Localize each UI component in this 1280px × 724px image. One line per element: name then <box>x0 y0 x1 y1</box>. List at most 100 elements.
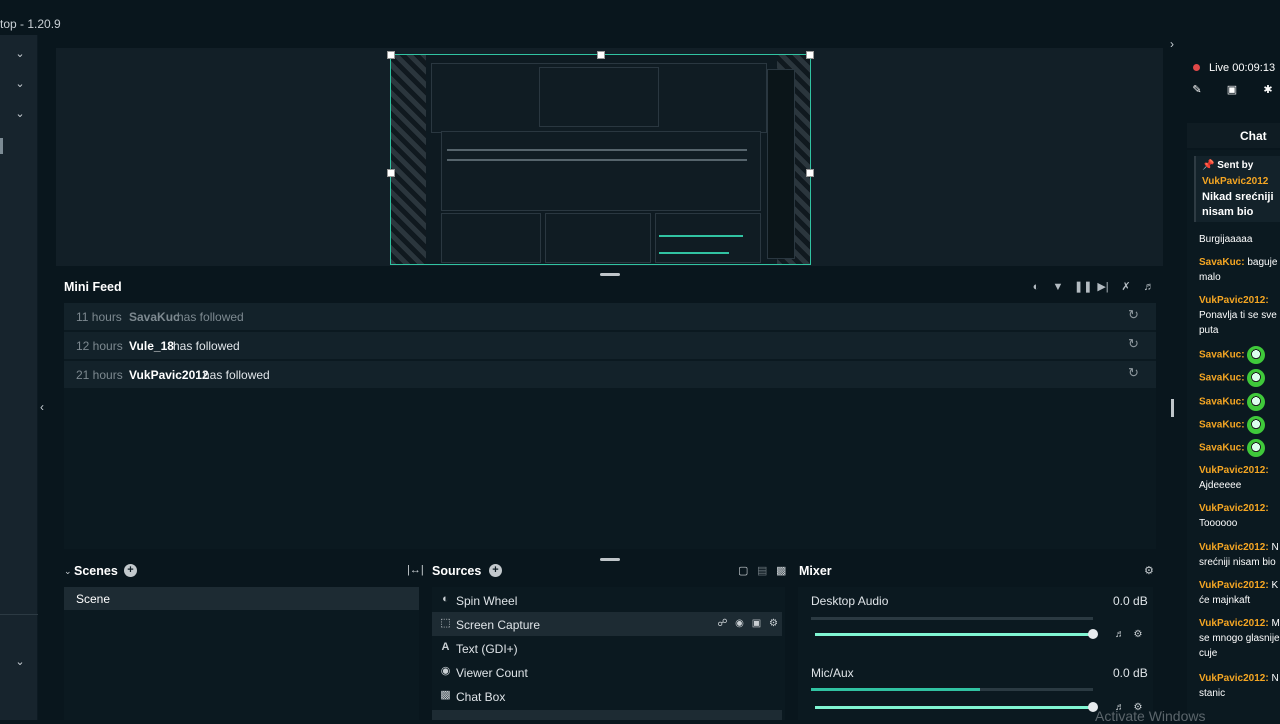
scene-item[interactable]: Scene <box>64 587 419 610</box>
source-label: Screen Capture <box>456 618 541 632</box>
mini-feed-title: Mini Feed <box>64 280 122 294</box>
feed-action: has followed <box>177 310 244 324</box>
speaker-icon[interactable]: ♬ <box>1114 629 1126 641</box>
feed-row: 21 hours VukPavic2012 has followed ↻ <box>64 361 1156 388</box>
chevron-down-icon[interactable]: ⌄ <box>14 48 26 60</box>
feed-time: 11 hours <box>76 310 122 324</box>
screen-capture-icon: ⬚ <box>440 617 451 629</box>
share-icon[interactable]: ✱ <box>1262 84 1274 96</box>
resize-handle[interactable] <box>806 51 814 59</box>
title-bar: top - 1.20.9 <box>0 0 1280 35</box>
live-indicator-icon <box>1193 64 1200 71</box>
nested-meter <box>659 252 729 254</box>
chat-user[interactable]: SavaKuc: <box>1199 443 1245 454</box>
feed-time: 12 hours <box>76 339 123 353</box>
chat-message: SavaKuc: <box>1199 346 1280 364</box>
skip-icon[interactable]: ▶| <box>1096 280 1110 294</box>
resize-handle[interactable] <box>387 51 395 59</box>
feed-user[interactable]: SavaKuc <box>129 310 180 324</box>
add-scene-button[interactable]: + <box>124 564 137 577</box>
chat-scrollbar[interactable] <box>1171 399 1174 417</box>
group-icon[interactable]: ▤ <box>757 564 767 577</box>
visibility-icon[interactable]: ◉ <box>733 617 746 630</box>
chat-text: Burgijaaaaa <box>1199 234 1253 245</box>
window-title: top - 1.20.9 <box>0 17 61 31</box>
volume-slider[interactable] <box>815 706 1093 709</box>
dashboard-icon[interactable]: ▣ <box>1226 84 1238 96</box>
chevron-down-icon[interactable]: ⌄ <box>14 656 26 668</box>
chat-text: Ponavlja ti se sve puta <box>1199 310 1277 336</box>
source-item[interactable]: ⬚ Screen Capture ☍ ◉ ▣ ⚙ <box>432 612 782 636</box>
chat-icon: ▩ <box>440 689 451 701</box>
panel-resize-bar[interactable] <box>600 558 620 561</box>
edit-icon[interactable]: ✎ <box>1191 84 1203 96</box>
selective-recording-icon[interactable]: ▢ <box>738 564 748 577</box>
resize-handle[interactable] <box>387 169 395 177</box>
mini-feed-list: 11 hours SavaKuc has followed ↻ 12 hours… <box>64 303 1156 549</box>
chat-message: Burgijaaaaa <box>1199 232 1280 247</box>
source-label: Chat Box <box>456 690 506 704</box>
preview-stripes-left <box>391 55 426 264</box>
replay-icon[interactable]: ↻ <box>1128 308 1142 322</box>
audio-meter <box>811 688 1093 691</box>
resize-handle[interactable] <box>806 169 814 177</box>
chat-user[interactable]: SavaKuc: <box>1199 397 1245 408</box>
resize-handle[interactable] <box>597 51 605 59</box>
mixer-channel-db: 0.0 dB <box>1113 666 1148 680</box>
folder-icon[interactable]: ▩ <box>776 564 786 577</box>
trash-icon[interactable]: ▣ <box>750 617 763 630</box>
volume-slider-knob[interactable] <box>1088 629 1098 639</box>
source-item-partial[interactable] <box>432 710 782 720</box>
chat-user[interactable]: VukPavic2012: <box>1199 465 1269 476</box>
feed-time: 21 hours <box>76 368 123 382</box>
sources-title: Sources <box>432 564 482 578</box>
filter-icon[interactable]: ▼ <box>1051 280 1065 294</box>
gear-icon[interactable]: ⚙ <box>1144 564 1154 577</box>
volume-icon[interactable]: ♬ <box>1142 280 1156 294</box>
nested-minifeed <box>441 131 761 211</box>
scene-preview[interactable] <box>390 54 811 265</box>
chat-user[interactable]: SavaKuc: <box>1199 373 1245 384</box>
chat-user[interactable]: SavaKuc: <box>1199 350 1245 361</box>
collapse-right-icon[interactable]: › <box>1170 37 1174 51</box>
feed-user[interactable]: VukPavic2012 <box>129 368 209 382</box>
chevron-down-icon[interactable]: ⌄ <box>64 566 72 577</box>
source-item[interactable]: ◐ Spin Wheel <box>432 588 782 612</box>
gear-icon[interactable]: ⚙ <box>1132 629 1144 641</box>
source-item[interactable]: ◉ Viewer Count <box>432 660 782 684</box>
pin-user: VukPavic2012 <box>1202 176 1269 187</box>
pin-header: 📌 Sent by <box>1202 160 1254 171</box>
chevron-down-icon[interactable]: ⌄ <box>14 108 26 120</box>
feed-user[interactable]: Vule_18 <box>129 339 174 353</box>
mixer-title: Mixer <box>799 564 832 578</box>
chat-user[interactable]: VukPavic2012: <box>1199 618 1269 629</box>
mute-alerts-icon[interactable]: ✗ <box>1119 280 1133 294</box>
chat-message: VukPavic2012: Ponavlja ti se sve puta <box>1199 293 1280 338</box>
feed-action: has followed <box>203 368 270 382</box>
clear-icon[interactable]: ◐ <box>1029 280 1043 294</box>
source-label: Viewer Count <box>456 666 528 680</box>
text-icon: A <box>441 641 450 653</box>
chat-user[interactable]: VukPavic2012: <box>1199 673 1269 684</box>
emote-icon <box>1247 369 1266 387</box>
tab-chat[interactable]: Chat <box>1187 123 1280 148</box>
source-item[interactable]: A Text (GDI+) <box>432 636 782 660</box>
chat-user[interactable]: VukPavic2012: <box>1199 295 1269 306</box>
source-item[interactable]: ▩ Chat Box <box>432 684 782 708</box>
chevron-down-icon[interactable]: ⌄ <box>14 78 26 90</box>
pause-icon[interactable]: ❚❚ <box>1074 280 1092 294</box>
add-source-button[interactable]: + <box>489 564 502 577</box>
replay-icon[interactable]: ↻ <box>1128 337 1142 351</box>
lock-icon[interactable]: ☍ <box>716 617 729 630</box>
volume-slider[interactable] <box>815 633 1093 636</box>
replay-icon[interactable]: ↻ <box>1128 366 1142 380</box>
chat-user[interactable]: VukPavic2012: <box>1199 503 1269 514</box>
chat-user[interactable]: VukPavic2012: <box>1199 542 1269 553</box>
chat-user[interactable]: VukPavic2012: <box>1199 580 1269 591</box>
collapse-left-icon[interactable]: ‹ <box>40 400 44 414</box>
scene-transitions-icon[interactable]: |↔| <box>407 564 424 576</box>
gear-icon[interactable]: ⚙ <box>767 617 780 630</box>
nested-row <box>447 149 747 151</box>
chat-user[interactable]: SavaKuc: <box>1199 257 1245 268</box>
chat-user[interactable]: SavaKuc: <box>1199 420 1245 431</box>
